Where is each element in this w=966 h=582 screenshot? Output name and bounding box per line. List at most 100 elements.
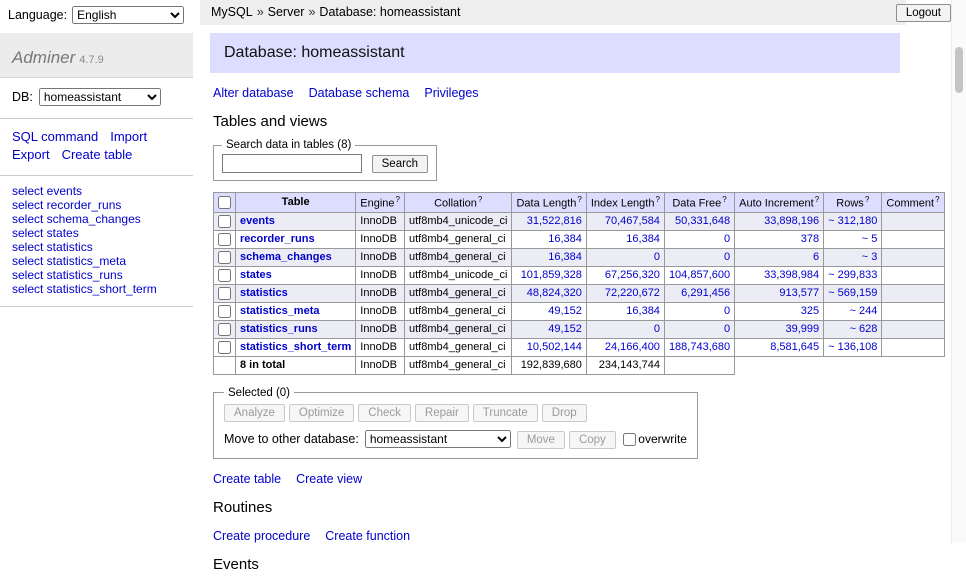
- data-free-link[interactable]: 0: [724, 233, 730, 245]
- index-length-link[interactable]: 0: [654, 323, 660, 335]
- sidebar-select-statistics-meta[interactable]: select statistics_meta: [12, 254, 181, 268]
- auto-increment-link[interactable]: 913,577: [779, 287, 819, 299]
- search-input[interactable]: [222, 154, 362, 173]
- truncate-button[interactable]: Truncate: [473, 404, 538, 422]
- index-length-link[interactable]: 24,166,400: [605, 341, 660, 353]
- table-link-schema_changes[interactable]: schema_changes: [240, 251, 332, 263]
- row-checkbox-statistics[interactable]: [218, 287, 231, 300]
- data-length-link[interactable]: 10,502,144: [527, 341, 582, 353]
- link-create-table[interactable]: Create table: [213, 472, 281, 486]
- data-free-link[interactable]: 188,743,680: [669, 341, 730, 353]
- db-select[interactable]: homeassistant: [39, 88, 161, 106]
- rows-count-link[interactable]: ~ 244: [850, 305, 878, 317]
- row-checkbox-schema_changes[interactable]: [218, 251, 231, 264]
- table-link-recorder_runs[interactable]: recorder_runs: [240, 233, 315, 245]
- data-length-link[interactable]: 16,384: [548, 233, 582, 245]
- rows-count-link[interactable]: ~ 3: [862, 251, 878, 263]
- link-create-procedure[interactable]: Create procedure: [213, 529, 310, 543]
- row-checkbox-statistics_runs[interactable]: [218, 323, 231, 336]
- auto-increment-link[interactable]: 33,398,984: [764, 269, 819, 281]
- column-help-icon[interactable]: ?: [655, 195, 659, 204]
- auto-increment-link[interactable]: 325: [801, 305, 819, 317]
- table-link-statistics[interactable]: statistics: [240, 287, 288, 299]
- analyze-button[interactable]: Analyze: [224, 404, 285, 422]
- check-button[interactable]: Check: [358, 404, 411, 422]
- sidebar-select-statistics-runs[interactable]: select statistics_runs: [12, 268, 181, 282]
- data-free-link[interactable]: 104,857,600: [669, 269, 730, 281]
- sidebar-select-statistics[interactable]: select statistics: [12, 240, 181, 254]
- move-button[interactable]: Move: [517, 431, 565, 449]
- table-link-states[interactable]: states: [240, 269, 272, 281]
- auto-increment-link[interactable]: 33,898,196: [764, 215, 819, 227]
- sidebar-link-export[interactable]: Export: [12, 146, 50, 164]
- sidebar-select-states[interactable]: select states: [12, 226, 181, 240]
- row-checkbox-events[interactable]: [218, 215, 231, 228]
- sidebar-link-create-table[interactable]: Create table: [62, 146, 133, 164]
- sidebar-select-statistics-short-term[interactable]: select statistics_short_term: [12, 282, 181, 296]
- rows-count-link[interactable]: ~ 136,108: [828, 341, 877, 353]
- logout-button[interactable]: Logout: [896, 4, 951, 22]
- overwrite-checkbox[interactable]: [623, 433, 636, 446]
- link-create-function[interactable]: Create function: [325, 529, 410, 543]
- table-link-statistics_meta[interactable]: statistics_meta: [240, 305, 320, 317]
- breadcrumb-link-server[interactable]: Server: [268, 5, 305, 19]
- rows-count-link[interactable]: ~ 299,833: [828, 269, 877, 281]
- table-link-statistics_short_term[interactable]: statistics_short_term: [240, 341, 351, 353]
- data-length-link[interactable]: 101,859,328: [521, 269, 582, 281]
- row-checkbox-states[interactable]: [218, 269, 231, 282]
- row-checkbox-statistics_meta[interactable]: [218, 305, 231, 318]
- sidebar-link-import[interactable]: Import: [110, 128, 147, 146]
- rows-count-link[interactable]: ~ 312,180: [828, 215, 877, 227]
- copy-button[interactable]: Copy: [569, 431, 616, 449]
- breadcrumb-link-mysql[interactable]: MySQL: [211, 5, 253, 19]
- link-create-view[interactable]: Create view: [296, 472, 362, 486]
- data-length-link[interactable]: 48,824,320: [527, 287, 582, 299]
- action-privileges[interactable]: Privileges: [424, 86, 478, 100]
- column-help-icon[interactable]: ?: [722, 195, 726, 204]
- column-help-icon[interactable]: ?: [577, 195, 581, 204]
- index-length-link[interactable]: 16,384: [626, 305, 660, 317]
- data-length-link[interactable]: 49,152: [548, 305, 582, 317]
- row-checkbox-statistics_short_term[interactable]: [218, 341, 231, 354]
- auto-increment-link[interactable]: 6: [813, 251, 819, 263]
- row-checkbox-recorder_runs[interactable]: [218, 233, 231, 246]
- scrollbar-thumb[interactable]: [955, 47, 963, 93]
- sidebar-link-sql-command[interactable]: SQL command: [12, 128, 98, 146]
- index-length-link[interactable]: 72,220,672: [605, 287, 660, 299]
- data-free-link[interactable]: 50,331,648: [675, 215, 730, 227]
- auto-increment-link[interactable]: 8,581,645: [770, 341, 819, 353]
- column-help-icon[interactable]: ?: [865, 195, 869, 204]
- language-select[interactable]: English: [72, 6, 184, 24]
- action-alter-database[interactable]: Alter database: [213, 86, 294, 100]
- sidebar-select-recorder-runs[interactable]: select recorder_runs: [12, 198, 181, 212]
- optimize-button[interactable]: Optimize: [289, 404, 354, 422]
- sidebar-select-schema-changes[interactable]: select schema_changes: [12, 212, 181, 226]
- table-link-statistics_runs[interactable]: statistics_runs: [240, 323, 318, 335]
- column-help-icon[interactable]: ?: [396, 195, 400, 204]
- column-help-icon[interactable]: ?: [935, 195, 939, 204]
- rows-count-link[interactable]: ~ 628: [850, 323, 878, 335]
- sidebar-select-events[interactable]: select events: [12, 184, 181, 198]
- data-length-link[interactable]: 49,152: [548, 323, 582, 335]
- move-db-select[interactable]: homeassistant: [365, 430, 511, 448]
- scrollbar[interactable]: [951, 0, 966, 543]
- drop-button[interactable]: Drop: [542, 404, 587, 422]
- data-free-link[interactable]: 0: [724, 251, 730, 263]
- column-help-icon[interactable]: ?: [815, 195, 819, 204]
- index-length-link[interactable]: 0: [654, 251, 660, 263]
- data-length-link[interactable]: 31,522,816: [527, 215, 582, 227]
- auto-increment-link[interactable]: 378: [801, 233, 819, 245]
- data-length-link[interactable]: 16,384: [548, 251, 582, 263]
- table-link-events[interactable]: events: [240, 215, 275, 227]
- data-free-link[interactable]: 6,291,456: [681, 287, 730, 299]
- data-free-link[interactable]: 0: [724, 305, 730, 317]
- rows-count-link[interactable]: ~ 569,159: [828, 287, 877, 299]
- index-length-link[interactable]: 67,256,320: [605, 269, 660, 281]
- index-length-link[interactable]: 16,384: [626, 233, 660, 245]
- select-all-checkbox[interactable]: [218, 196, 231, 209]
- column-help-icon[interactable]: ?: [478, 195, 482, 204]
- index-length-link[interactable]: 70,467,584: [605, 215, 660, 227]
- search-button[interactable]: Search: [372, 155, 428, 173]
- action-database-schema[interactable]: Database schema: [309, 86, 410, 100]
- rows-count-link[interactable]: ~ 5: [862, 233, 878, 245]
